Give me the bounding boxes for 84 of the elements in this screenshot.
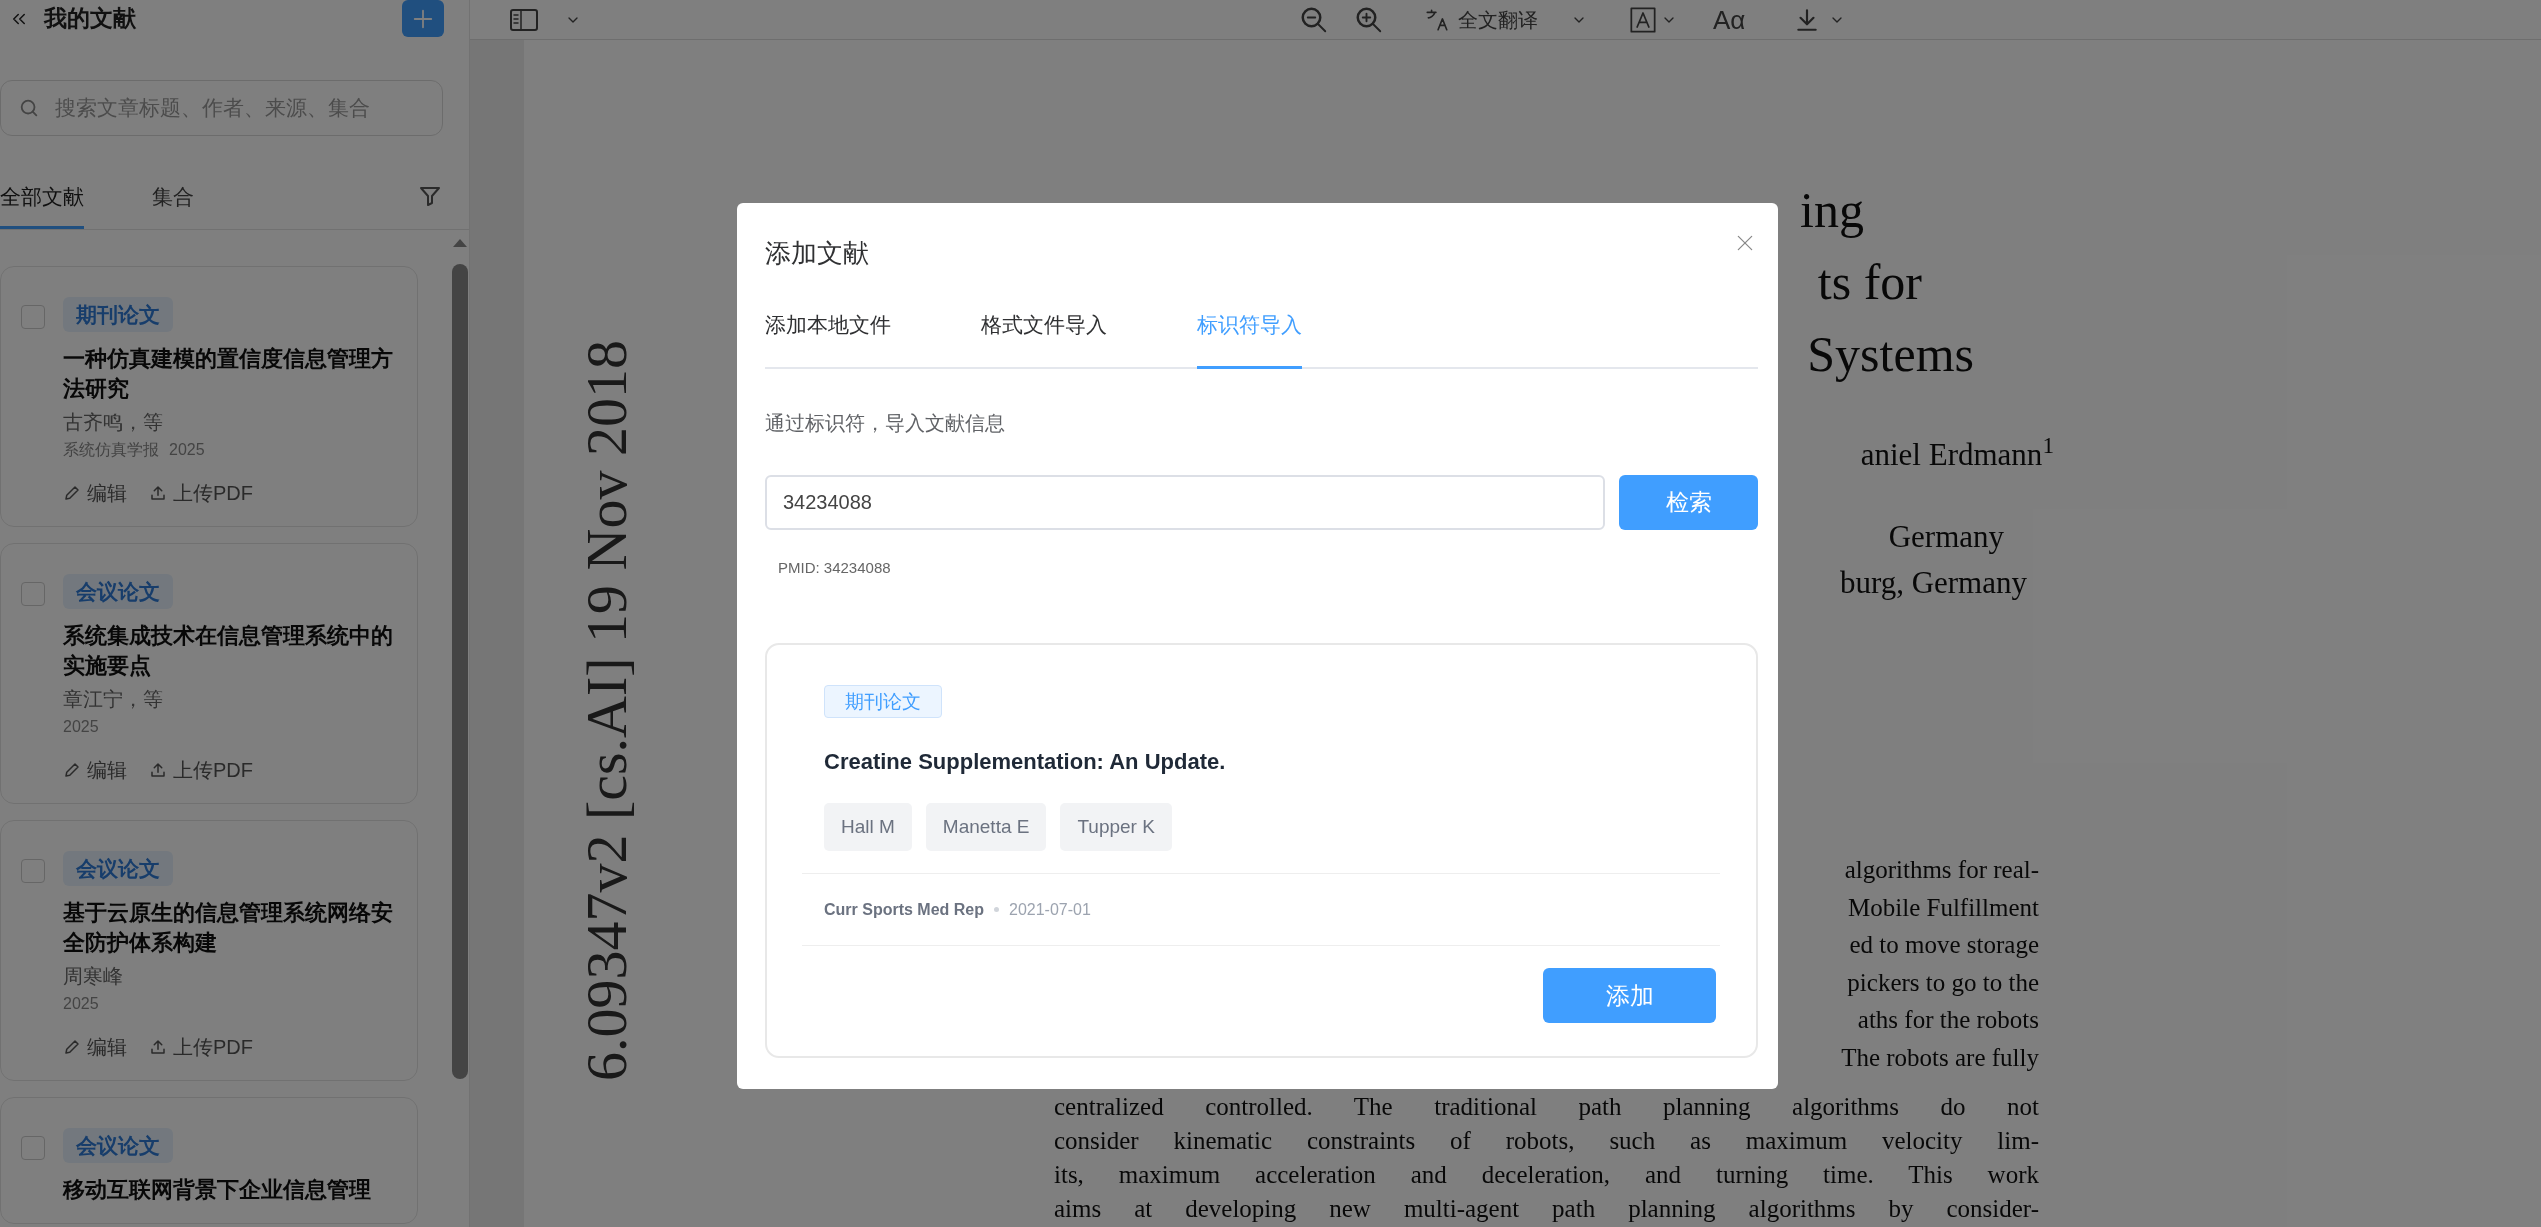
identifier-hint: PMID: 34234088: [777, 558, 892, 578]
translate-icon: [1424, 6, 1450, 33]
checkbox[interactable]: [21, 859, 45, 883]
sidebar-tab[interactable]: 集合: [152, 184, 194, 229]
scrollbar-thumb[interactable]: [452, 264, 468, 1079]
close-icon[interactable]: [1735, 233, 1755, 253]
paper-source: 系统仿真学报: [63, 440, 159, 460]
paper-authors: 古齐鸣，等: [63, 410, 163, 435]
abstract-line: algorithms for real-: [1844, 855, 2039, 885]
type-tag: 会议论文: [63, 851, 173, 886]
paper-card[interactable]: 会议论文 系统集成技术在信息管理系统中的实施要点 章江宁，等 2025 编辑 上传PDF: [0, 543, 418, 804]
paper-heading-fragment: ts for: [1817, 253, 1922, 312]
dialog-description: 通过标识符，导入文献信息: [765, 411, 1006, 436]
filter-icon[interactable]: [418, 184, 442, 208]
abstract-line: aims at developing new multi-agent path planning algorithms by consider-: [1054, 1194, 2039, 1224]
search-button[interactable]: 检索: [1619, 475, 1758, 530]
type-tag: 会议论文: [63, 1128, 173, 1163]
paper-authors: 章江宁，等: [63, 687, 163, 712]
checkbox[interactable]: [21, 305, 45, 329]
journal-name: Curr Sports Med Rep: [824, 899, 984, 920]
type-tag: 会议论文: [63, 574, 173, 609]
result-title: Creatine Supplementation: An Update.: [824, 748, 1226, 776]
pencil-icon: [63, 1038, 81, 1056]
author-chip: Tupper K: [1060, 803, 1172, 851]
abstract-line: consider kinematic constraints of robots, such as maximum velocity lim-: [1054, 1126, 2039, 1156]
sidebar-tab[interactable]: 全部文献: [0, 184, 84, 229]
translate-button[interactable]: 全文翻译: [1424, 4, 1538, 35]
type-tag: 期刊论文: [63, 297, 173, 332]
dialog-tab[interactable]: 格式文件导入: [981, 290, 1107, 369]
paper-year: 2025: [169, 440, 205, 460]
pencil-icon: [63, 761, 81, 779]
scroll-up-icon[interactable]: [452, 238, 468, 248]
dialog-tab[interactable]: 标识符导入: [1197, 290, 1302, 369]
search-icon: [18, 97, 40, 119]
paper-year: 2025: [63, 994, 99, 1014]
plus-icon: [412, 7, 434, 30]
abstract-line: aths for the robots: [1857, 1005, 2039, 1035]
upload-button[interactable]: 上传PDF: [149, 755, 253, 785]
upload-button[interactable]: 上传PDF: [149, 478, 253, 508]
edit-button[interactable]: 编辑: [63, 478, 127, 508]
upload-icon: [149, 484, 167, 502]
paper-title[interactable]: 一种仿真建模的置信度信息管理方法研究: [63, 344, 393, 404]
affiliation-line: burg, Germany: [1839, 564, 2027, 602]
sidebar-toggle-icon[interactable]: [509, 7, 539, 32]
type-tag: 期刊论文: [824, 685, 942, 718]
author-chip: Manetta E: [925, 803, 1047, 851]
paper-card[interactable]: 期刊论文 一种仿真建模的置信度信息管理方法研究 古齐鸣，等 系统仿真学报 2025 编辑 上传PDF: [0, 266, 418, 527]
sidebar-title: 我的文献: [44, 4, 136, 34]
abstract-line: Mobile Fulfillment: [1848, 892, 2039, 923]
paper-title[interactable]: 移动互联网背景下企业信息管理: [63, 1175, 393, 1205]
upload-icon: [149, 1038, 167, 1056]
author-chip: Hall M: [824, 803, 912, 851]
affiliation-line: Germany: [1888, 518, 2004, 556]
upload-icon: [149, 761, 167, 779]
arxiv-identifier: 6.09347v2 [cs.AI] 19 Nov 2018: [573, 340, 640, 1082]
pencil-icon: [63, 484, 81, 502]
add-button[interactable]: 添加: [1543, 968, 1716, 1023]
paper-authors: 周寒峰: [63, 964, 123, 989]
paper-title[interactable]: 系统集成技术在信息管理系统中的实施要点: [63, 621, 393, 681]
abstract-line: pickers to go to the: [1847, 967, 2039, 998]
upload-button[interactable]: 上传PDF: [149, 1032, 253, 1062]
edit-button[interactable]: 编辑: [63, 1032, 127, 1062]
font-color-icon[interactable]: [1629, 5, 1657, 34]
dialog-title: 添加文献: [765, 237, 869, 269]
abstract-line: its, maximum acceleration and deceleration, and turning time. This work: [1054, 1160, 2039, 1190]
checkbox[interactable]: [21, 1136, 45, 1160]
paper-card[interactable]: 会议论文 基于云原生的信息管理系统网络安全防护体系构建 周寒峰 2025 编辑 上传PDF: [0, 820, 418, 1081]
paper-heading-fragment: Systems: [1807, 325, 1974, 384]
paper-heading-fragment: ing: [1800, 181, 1864, 240]
abstract-line: ed to move storage: [1849, 930, 2039, 960]
add-button[interactable]: [402, 0, 444, 37]
abstract-line: centralized controlled. The traditional path planning algorithms do not: [1054, 1092, 2039, 1122]
publish-date: 2021-07-01: [1009, 899, 1091, 920]
paper-card[interactable]: 会议论文 移动互联网背景下企业信息管理: [0, 1097, 418, 1224]
dialog-tab[interactable]: 添加本地文件: [765, 290, 891, 369]
paper-year: 2025: [63, 717, 99, 737]
download-icon[interactable]: [1794, 6, 1820, 33]
abstract-line: The robots are fully: [1841, 1042, 2039, 1073]
checkbox[interactable]: [21, 582, 45, 606]
paper-title[interactable]: 基于云原生的信息管理系统网络安全防护体系构建: [63, 898, 393, 958]
identifier-field[interactable]: 34234088: [765, 475, 1605, 530]
author-line: aniel Erdmann$^{1}$: [1860, 431, 2054, 474]
font-size-button[interactable]: Aα: [1713, 4, 1746, 35]
edit-button[interactable]: 编辑: [63, 755, 127, 785]
